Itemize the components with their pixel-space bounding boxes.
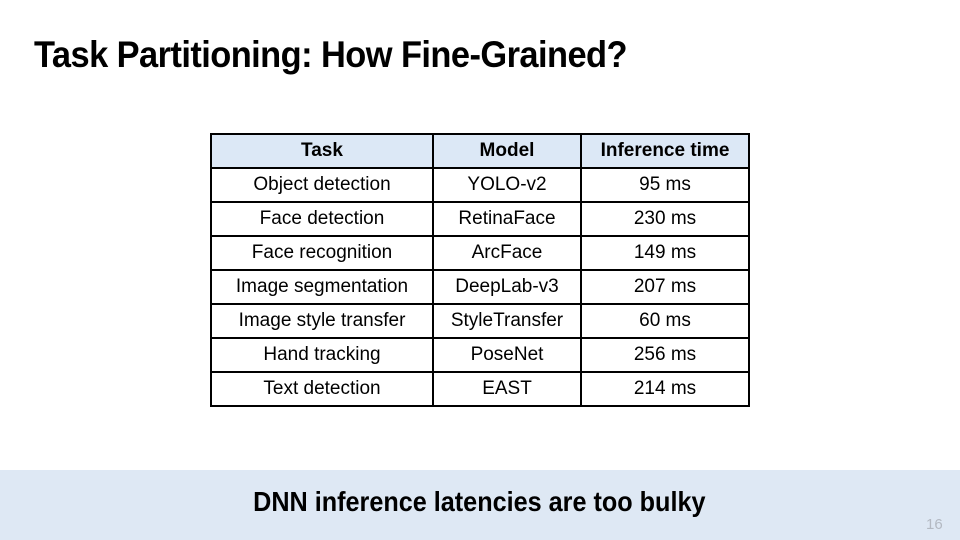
table-row: Hand tracking PoseNet 256 ms xyxy=(210,337,750,373)
time-cell: 60 ms xyxy=(580,303,750,339)
time-cell: 149 ms xyxy=(580,235,750,271)
model-cell: StyleTransfer xyxy=(432,303,582,339)
task-cell: Object detection xyxy=(210,167,434,203)
takeaway-text-container: DNN inference latencies are too bulky xyxy=(0,486,959,518)
task-cell: Image style transfer xyxy=(210,303,434,339)
latency-table: Task Model Inference time Object detecti… xyxy=(210,133,750,407)
header-model: Model xyxy=(432,133,582,169)
task-cell: Face recognition xyxy=(210,235,434,271)
time-cell: 256 ms xyxy=(580,337,750,373)
model-cell: RetinaFace xyxy=(432,201,582,237)
header-task: Task xyxy=(210,133,434,169)
table-header-row: Task Model Inference time xyxy=(210,133,750,169)
table-row: Face recognition ArcFace 149 ms xyxy=(210,235,750,271)
model-cell: ArcFace xyxy=(432,235,582,271)
table-row: Text detection EAST 214 ms xyxy=(210,371,750,407)
table-row: Image style transfer StyleTransfer 60 ms xyxy=(210,303,750,339)
model-cell: EAST xyxy=(432,371,582,407)
task-cell: Text detection xyxy=(210,371,434,407)
task-cell: Image segmentation xyxy=(210,269,434,305)
model-cell: PoseNet xyxy=(432,337,582,373)
task-cell: Face detection xyxy=(210,201,434,237)
table-row: Face detection RetinaFace 230 ms xyxy=(210,201,750,237)
time-cell: 95 ms xyxy=(580,167,750,203)
task-cell: Hand tracking xyxy=(210,337,434,373)
model-cell: YOLO-v2 xyxy=(432,167,582,203)
slide-title: Task Partitioning: How Fine-Grained? xyxy=(34,34,628,75)
model-cell: DeepLab-v3 xyxy=(432,269,582,305)
time-cell: 214 ms xyxy=(580,371,750,407)
time-cell: 230 ms xyxy=(580,201,750,237)
takeaway-text: DNN inference latencies are too bulky xyxy=(252,486,706,517)
slide-number: 16 xyxy=(926,516,943,533)
table-row: Image segmentation DeepLab-v3 207 ms xyxy=(210,269,750,305)
time-cell: 207 ms xyxy=(580,269,750,305)
header-inference-time: Inference time xyxy=(580,133,750,169)
table-row: Object detection YOLO-v2 95 ms xyxy=(210,167,750,203)
